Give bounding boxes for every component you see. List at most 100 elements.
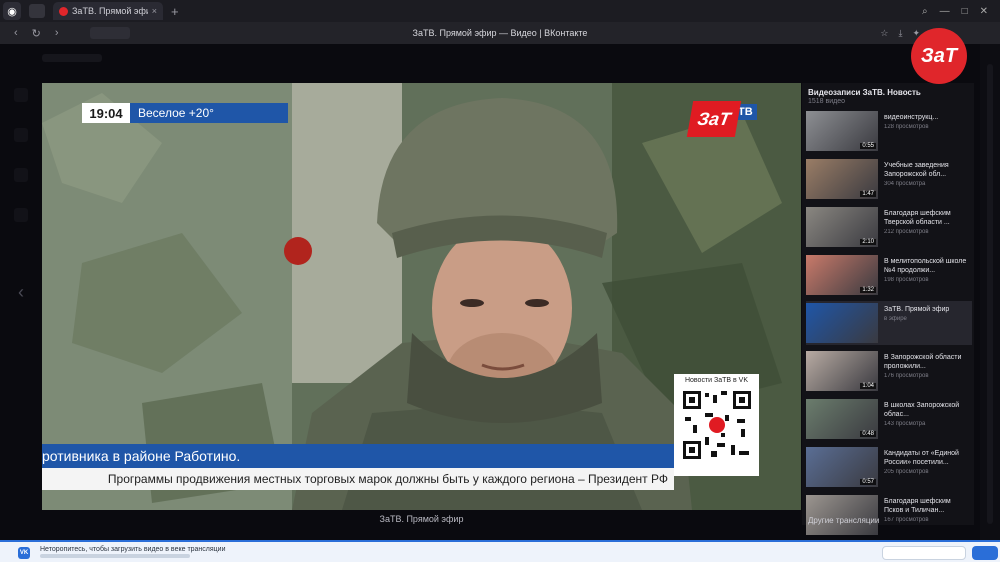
playlist-item-title[interactable]: В Запорожской области проложили... [884, 353, 968, 371]
zatv-logo-mark: ЗаТ [686, 101, 742, 137]
reload-icon[interactable]: ↻ [32, 27, 41, 40]
playlist-panel: Видеозаписи ЗаТВ. Новость 1518 видео 0:5… [802, 83, 974, 535]
page-scrollbar[interactable] [980, 44, 1000, 540]
playlist-item[interactable]: 0:48 В школах Запорожской облас... 143 про… [806, 397, 972, 441]
playlist-item[interactable]: 1:47 Учебные заведения Запорожской обл...… [806, 157, 972, 201]
video-thumbnail[interactable]: 0:48 [806, 399, 878, 439]
other-streams-link[interactable]: Другие трансляции [808, 516, 879, 525]
playlist-item-title[interactable]: Кандидаты от «Единой России» посетили... [884, 449, 968, 467]
search-icon[interactable]: ⌕ [922, 6, 928, 17]
playlist-item-text: Кандидаты от «Единой России» посетили...… [884, 449, 968, 489]
notification-bar: VK Неторопитесь, чтобы загрузить видео в… [0, 540, 1000, 562]
pinned-tab[interactable] [29, 4, 45, 18]
playlist-item-meta: 198 просмотров [884, 277, 929, 283]
video-player[interactable]: 19:04 Веселое +20° ЗаТ ТВ Новости ЗаТВ в… [42, 83, 801, 510]
playlist-item-title[interactable]: видеоинструкц... [884, 113, 968, 122]
minimize-icon[interactable]: — [940, 6, 950, 17]
extension-icons: ☆ ⤓ ✦ [880, 28, 920, 39]
news-ticker-headline: ротивника в районе Работино. [42, 444, 674, 468]
new-tab-button[interactable]: + [171, 4, 179, 19]
video-thumbnail[interactable] [806, 303, 878, 343]
playlist-item-meta: 205 просмотров [884, 469, 929, 475]
video-thumbnail[interactable]: 1:04 [806, 351, 878, 391]
video-duration: 0:48 [860, 431, 876, 437]
playlist-item-text: Благодаря шефским Тверской области ... 21… [884, 209, 968, 249]
video-thumbnail[interactable]: 2:10 [806, 207, 878, 247]
playlist-item-title[interactable]: Благодаря шефским Тверской области ... [884, 209, 968, 227]
video-thumbnail[interactable] [806, 495, 878, 535]
vk-logo-icon: VK [18, 547, 30, 559]
playlist-item[interactable]: 2:10 Благодаря шефским Тверской области .… [806, 205, 972, 249]
playlist-header: Видеозаписи ЗаТВ. Новость 1518 видео [802, 83, 974, 105]
video-thumbnail[interactable]: 0:55 [806, 111, 878, 151]
video-duration: 2:10 [860, 239, 876, 245]
tab-close-icon[interactable]: × [152, 6, 157, 16]
playlist-item-meta: 212 просмотров [884, 229, 929, 235]
playlist-item-meta: в эфире [884, 316, 907, 322]
playlist-item-text: Благодаря шефским Псков и Тиличан... 167 … [884, 497, 968, 537]
playlist-item-text: Учебные заведения Запорожской обл... 304 … [884, 161, 968, 201]
url-input[interactable] [90, 27, 130, 39]
maximize-icon[interactable]: □ [962, 6, 968, 17]
playlist-item-meta: 167 просмотров [884, 517, 929, 523]
playlist-item-title[interactable]: Благодаря шефским Псков и Тиличан... [884, 497, 968, 515]
playlist-item[interactable]: 1:32 В мелитопольской школе №4 продолжи..… [806, 253, 972, 297]
tab-zatv-live[interactable]: ЗаТВ. Прямой эфир × [53, 2, 163, 20]
forward-icon[interactable]: › [55, 27, 59, 39]
back-icon[interactable]: ‹ [14, 27, 18, 39]
qr-caption: Новости ЗаТВ в VK [684, 377, 749, 384]
video-thumbnail[interactable]: 1:47 [806, 159, 878, 199]
zatv-favicon-icon [59, 6, 68, 16]
video-duration: 1:47 [860, 191, 876, 197]
playlist-item-text: видеоинструкц... 128 просмотров [884, 113, 968, 153]
nav-item[interactable] [14, 88, 28, 102]
video-duration: 1:32 [860, 287, 876, 293]
notification-subtext [40, 554, 190, 558]
playlist-item[interactable]: ЗаТВ. Прямой эфир в эфире [806, 301, 972, 345]
playlist-item-meta: 128 просмотров [884, 124, 929, 130]
nav-item[interactable] [14, 208, 28, 222]
playlist-title[interactable]: Видеозаписи ЗаТВ. Новость [808, 88, 968, 97]
video-thumbnail[interactable]: 1:32 [806, 255, 878, 295]
window-controls: ⌕ — □ ✕ [922, 6, 988, 17]
qr-code-icon [680, 389, 753, 461]
page-title: ЗаТВ. Прямой эфир — Видео | ВКонтакте [412, 28, 588, 38]
notification-primary-button[interactable] [972, 546, 998, 560]
video-title[interactable]: ЗаТВ. Прямой эфир [42, 514, 801, 524]
playlist-item-meta: 304 просмотра [884, 181, 926, 187]
browser-menu-icon[interactable]: ◉ [3, 2, 21, 20]
clock-label: 19:04 [82, 103, 130, 123]
notification-text: Неторопитесь, чтобы загрузить видео в ве… [40, 546, 226, 553]
playlist-item-title[interactable]: Учебные заведения Запорожской обл... [884, 161, 968, 179]
bookmark-icon[interactable]: ☆ [880, 28, 888, 39]
scrollbar-track[interactable] [987, 64, 993, 524]
video-thumbnail[interactable]: 0:57 [806, 447, 878, 487]
playlist-item[interactable]: 0:55 видеоинструкц... 128 просмотров [806, 109, 972, 153]
playlist-item[interactable]: Благодаря шефским Псков и Тиличан... 167 … [806, 493, 972, 537]
video-duration: 1:04 [860, 383, 876, 389]
playlist-item[interactable]: 0:57 Кандидаты от «Единой России» посетил… [806, 445, 972, 489]
news-ticker-crawl: Программы продвижения местных торговых м… [42, 468, 674, 490]
playlist-item-text: В школах Запорожской облас... 143 просмот… [884, 401, 968, 441]
playlist-item-title[interactable]: В мелитопольской школе №4 продолжи... [884, 257, 968, 275]
address-bar: ‹ ↻ › ЗаТВ. Прямой эфир — Видео | ВКонта… [0, 22, 1000, 44]
left-nav [14, 88, 32, 288]
nav-item[interactable] [14, 168, 28, 182]
zatv-logo: ЗаТ ТВ [686, 101, 757, 137]
close-window-icon[interactable]: ✕ [980, 6, 988, 17]
qr-card: Новости ЗаТВ в VK [674, 374, 759, 476]
playlist-item[interactable]: 1:04 В Запорожской области проложили... 17… [806, 349, 972, 393]
prev-video-arrow-icon[interactable]: ‹ [18, 282, 24, 303]
video-duration: 0:57 [860, 479, 876, 485]
weather-label: Веселое +20° [130, 103, 288, 123]
video-duration: 0:55 [860, 143, 876, 149]
nav-item[interactable] [14, 128, 28, 142]
playlist-item-title[interactable]: ЗаТВ. Прямой эфир [884, 305, 968, 314]
channel-logo: ЗаТ [911, 28, 967, 84]
notification-secondary-button[interactable] [882, 546, 966, 560]
download-icon[interactable]: ⤓ [898, 28, 902, 39]
playlist-count: 1518 видео [808, 98, 846, 105]
playlist-item-title[interactable]: В школах Запорожской облас... [884, 401, 968, 419]
playlist-item-text: В Запорожской области проложили... 176 пр… [884, 353, 968, 393]
tab-label: ЗаТВ. Прямой эфир [72, 6, 148, 16]
